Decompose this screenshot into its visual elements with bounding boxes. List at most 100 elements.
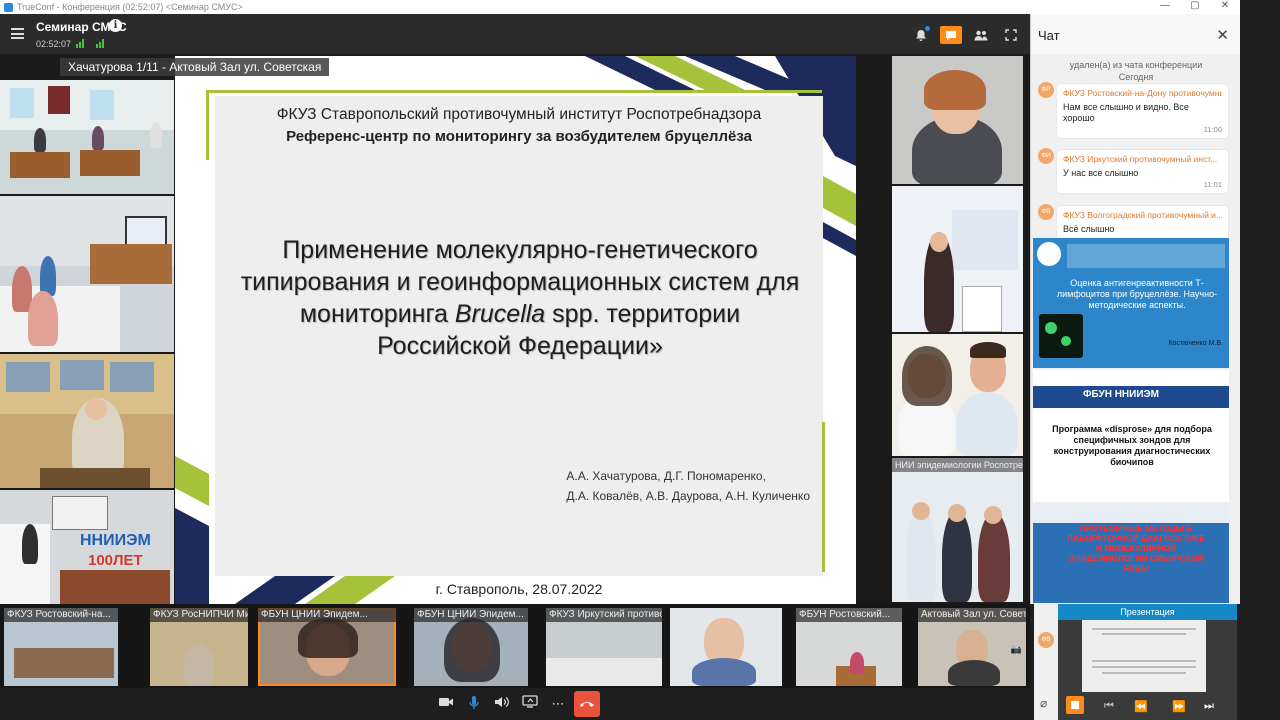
video-tile-left-1[interactable] [0, 80, 174, 194]
slide-thumbnail-1[interactable]: Оценка антигенреактивности Т-лимфоцитов … [1033, 238, 1229, 368]
fullscreen-icon[interactable] [1000, 26, 1022, 44]
slide-authors-line2: Д.А. Ковалёв, А.В. Даурова, А.Н. Куличен… [566, 489, 810, 503]
slide-thumbnail-2[interactable]: ФБУН ННИИЭМ Программа «disprose» для под… [1033, 370, 1229, 502]
chat-message-text: Всё слышно [1063, 224, 1115, 234]
chat-message-sender: ФКУЗ Волгоградский противочумный и... [1063, 210, 1222, 220]
participant-tile[interactable]: ФБУН Ростовский... [796, 608, 902, 686]
top-bar-actions [910, 26, 1022, 44]
maximize-button[interactable]: ▢ [1180, 0, 1210, 14]
chat-message: ФКУЗ Иркутский противочумный инст... У н… [1057, 150, 1228, 193]
participant-label: ФКУЗ Ростовский-на... [4, 608, 118, 622]
info-icon[interactable]: i [109, 19, 122, 32]
presenter-name-label: Хачатурова 1/11 - Актовый Зал ул. Советс… [60, 58, 330, 76]
quality-signal-icon [96, 39, 106, 48]
first-slide-icon[interactable]: ⏮ [1104, 700, 1114, 713]
chat-title: Чат [1038, 28, 1060, 43]
camera-icon[interactable] [436, 695, 456, 713]
shared-slide: ФКУЗ Ставропольский противочумный инстит… [175, 56, 856, 604]
participant-tile-active-speaker[interactable]: ФБУН ЦНИИ Эпидем... [258, 608, 396, 686]
hang-up-button[interactable] [574, 691, 600, 717]
participant-tile[interactable]: ФБУН ЦНИИ Эпидем... [414, 608, 528, 686]
speaker-icon[interactable] [492, 695, 512, 713]
slide-frame-top [206, 90, 822, 93]
video-tile-right-1[interactable] [892, 56, 1023, 184]
slide-title-italic: Brucella [454, 300, 546, 328]
trueconf-logo-icon [4, 2, 13, 12]
conference-window: TrueConf - Конференция (02:52:07) <Семин… [0, 0, 1280, 720]
os-title-bar: TrueConf - Конференция (02:52:07) <Семин… [0, 0, 1240, 14]
slide-frame-right [822, 422, 825, 572]
more-options-icon[interactable]: ⋯ [548, 695, 568, 713]
chat-date-separator: Сегодня [1118, 72, 1154, 82]
video-tile-right-2[interactable] [892, 186, 1023, 332]
next-slide-icon[interactable]: ⏩ [1172, 700, 1186, 713]
os-title-text: TrueConf - Конференция (02:52:07) <Семин… [17, 2, 243, 12]
conference-top-bar: Семинар СМУС i 02:52:07 [0, 14, 1030, 54]
slide-frame-left [206, 90, 209, 160]
chat-close-icon[interactable]: ✕ [1216, 26, 1229, 44]
slide-org-line1: ФКУЗ Ставропольский противочумный инстит… [276, 106, 762, 123]
chat-message-sender: ФКУЗ Ростовский-на-Дону противочумный [1063, 88, 1222, 98]
participant-label: ФБУН ЦНИИ Эпидем... [414, 608, 528, 622]
last-slide-icon[interactable]: ⏭ [1204, 700, 1214, 713]
chat-avatar: ФИ [1038, 148, 1054, 164]
chat-message-time: 11:00 [1203, 125, 1222, 134]
thumbnail-3-title: ПРОТЕОМНЫЕ МЕТОДЫ В ЛАБОРАТОРНОЙ ДИАГНОС… [1067, 523, 1205, 573]
notifications-bell-icon[interactable] [910, 26, 932, 44]
minimize-button[interactable]: — [1150, 0, 1180, 14]
chat-header: Чат ✕ [1031, 14, 1240, 54]
hamburger-menu-icon[interactable] [11, 28, 24, 39]
participant-tile[interactable] [670, 608, 782, 686]
participant-strip: ФКУЗ Ростовский-на... ФКУЗ РосНИПЧИ Микр… [0, 604, 1030, 688]
thumbnail-2-org: ФБУН ННИИЭМ [1083, 389, 1159, 400]
participant-label: ФКУЗ РосНИПЧИ Микроб [150, 608, 248, 622]
chat-avatar: ФР [1038, 82, 1054, 98]
attach-icon[interactable]: ⌀ [1040, 696, 1047, 710]
participant-label: ФБУН Ростовский... [796, 608, 902, 622]
share-screen-icon[interactable] [520, 695, 540, 713]
presentation-preview[interactable] [1082, 620, 1206, 692]
participant-tile[interactable]: Актовый Зал ул. Советс... 📷 [918, 608, 1026, 686]
camera-off-icon: 📷 [1010, 644, 1022, 654]
chat-message-text: У нас все слышно [1063, 168, 1139, 178]
chat-message-time: 11:01 [1203, 180, 1222, 189]
close-window-button[interactable]: ✕ [1210, 0, 1240, 14]
presentation-panel-title: Презентация [1058, 604, 1237, 620]
thumbnail-1-title: Оценка антигенреактивности Т-лимфоцитов … [1056, 278, 1218, 310]
window-controls: — ▢ ✕ [1150, 0, 1240, 14]
slide-org-line2: Референс-центр по мониторингу за возбуди… [286, 128, 752, 145]
notification-badge [925, 26, 930, 31]
chat-toggle-icon[interactable] [940, 26, 962, 44]
network-signal-icon [76, 39, 86, 48]
presentation-panel: ФВ ⌀ Презентация ⏮ ⏪ ⏩ ⏭ [1034, 604, 1237, 720]
microphone-icon[interactable] [464, 695, 484, 713]
thumbnail-2-title: Программа «disprose» для подбора специфи… [1052, 424, 1212, 467]
participant-label: ФКУЗ Иркутский противочумный институт Ро… [546, 608, 662, 622]
video-tile-left-4[interactable]: ННИИЭМ 100ЛЕТ [0, 490, 174, 604]
call-controls-bar: ⋯ [0, 688, 1030, 720]
chat-avatar: ФВ [1038, 632, 1054, 648]
chat-message: ФКУЗ Ростовский-на-Дону противочумный На… [1057, 84, 1228, 138]
video-tile-right-3[interactable] [892, 334, 1023, 456]
participant-tile[interactable]: ФКУЗ Ростовский-на... [4, 608, 118, 686]
chat-avatar: ФВ [1038, 204, 1054, 220]
slide-thumbnail-3[interactable]: ПРОТЕОМНЫЕ МЕТОДЫ В ЛАБОРАТОРНОЙ ДИАГНОС… [1033, 503, 1229, 603]
chat-system-message: удален(а) из чата конференции [1069, 60, 1203, 70]
thumbnail-1-author: Костюченко М.В. [1168, 340, 1223, 347]
participant-label: ФБУН ЦНИИ Эпидем... [258, 608, 396, 622]
video-tile-left-3[interactable] [0, 354, 174, 488]
video-tile-right-4[interactable]: НИИ эпидемиологии Роспотребнадзора [892, 458, 1023, 602]
chat-message-text: Нам все слышно и видно. Все хорошо [1063, 102, 1189, 123]
presentation-chat-gutter: ФВ ⌀ [1034, 604, 1058, 720]
participant-tile[interactable]: ФКУЗ РосНИПЧИ Микроб [150, 608, 248, 686]
presentation-stop-button[interactable] [1066, 696, 1084, 714]
prev-slide-icon[interactable]: ⏪ [1134, 700, 1148, 713]
video-tile-left-2[interactable] [0, 196, 174, 352]
participant-tile[interactable]: ФКУЗ Иркутский противочумный институт Ро… [546, 608, 662, 686]
slide-authors: А.А. Хачатурова, Д.Г. Пономаренко, Д.А. … [566, 466, 810, 506]
slide-title: Применение молекулярно-генетического тип… [235, 234, 805, 362]
right-tile-label: НИИ эпидемиологии Роспотребнадзора [892, 458, 1023, 472]
conference-timer: 02:52:07 [36, 39, 72, 49]
participants-icon[interactable] [970, 26, 992, 44]
slide-city-date: г. Ставрополь, 28.07.2022 [435, 581, 603, 597]
